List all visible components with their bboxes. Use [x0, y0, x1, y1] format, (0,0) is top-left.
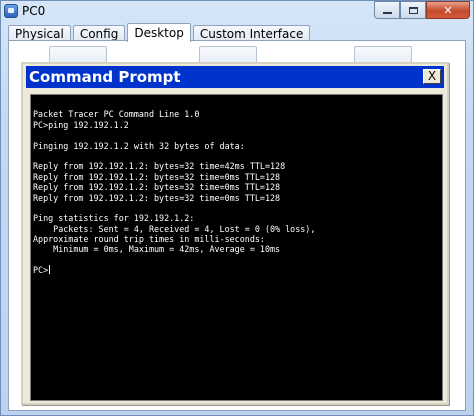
terminal-line: Packets: Sent = 4, Received = 4, Lost = … [33, 223, 316, 234]
window-titlebar[interactable]: PC0 ✕ [1, 1, 473, 21]
close-window-button[interactable]: ✕ [426, 1, 470, 19]
terminal-line: Packet Tracer PC Command Line 1.0 [33, 109, 200, 120]
terminal-line: Pinging 192.192.1.2 with 32 bytes of dat… [33, 140, 245, 151]
tab-desktop[interactable]: Desktop [127, 23, 191, 42]
maximize-button[interactable] [400, 1, 426, 19]
terminal-line: Minimum = 0ms, Maximum = 42ms, Average =… [33, 244, 281, 255]
close-icon: ✕ [443, 3, 453, 17]
terminal-prompt: PC> [33, 265, 49, 276]
terminal-output[interactable]: Packet Tracer PC Command Line 1.0 PC>pin… [30, 94, 443, 401]
minimize-button[interactable] [374, 1, 400, 19]
terminal-line: PC>ping 192.192.1.2 [33, 119, 129, 130]
command-prompt-dialog: Command Prompt X Packet Tracer PC Comman… [21, 62, 449, 405]
app-icon [4, 4, 18, 18]
command-prompt-titlebar[interactable]: Command Prompt X [26, 66, 444, 88]
terminal-line: Approximate round trip times in milli-se… [33, 234, 265, 245]
maximize-icon [408, 6, 418, 14]
minimize-icon [382, 12, 392, 14]
terminal-line: Reply from 192.192.1.2: bytes=32 time=42… [33, 161, 286, 172]
terminal-line: Reply from 192.192.1.2: bytes=32 time=0m… [33, 171, 281, 182]
terminal-prompt-line: PC> [33, 265, 442, 275]
terminal-line: Reply from 192.192.1.2: bytes=32 time=0m… [33, 182, 281, 193]
command-prompt-close-button[interactable]: X [423, 69, 441, 84]
command-prompt-title: Command Prompt [29, 68, 181, 86]
terminal-line: Ping statistics for 192.192.1.2: [33, 213, 195, 224]
tab-bar: Physical Config Desktop Custom Interface [8, 23, 312, 42]
window-controls: ✕ [374, 1, 470, 21]
app-window: PC0 ✕ Physical Config Desktop Custom Int… [0, 0, 474, 416]
terminal-line: Reply from 192.192.1.2: bytes=32 time=0m… [33, 192, 281, 203]
window-title: PC0 [22, 4, 46, 18]
text-cursor [49, 265, 51, 275]
